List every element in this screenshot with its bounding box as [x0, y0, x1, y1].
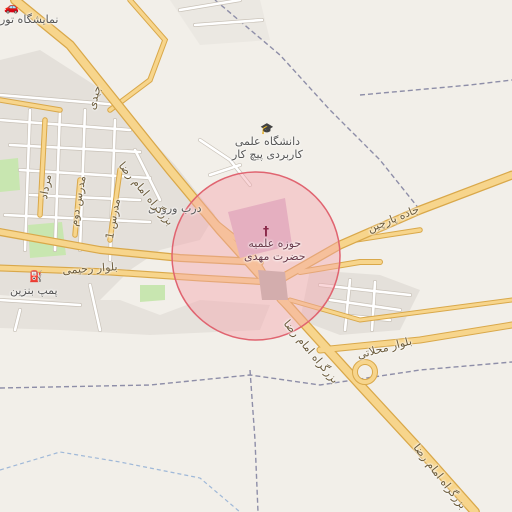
park-area-small [0, 158, 20, 192]
map-view[interactable]: 🚗 🎓 † ⛽ نمایشگاه تور دانشگاه علمی کاربرد… [0, 0, 512, 512]
park-area-south [140, 285, 165, 302]
gas-station-label: پمپ بنزین [10, 284, 58, 297]
fuel-pump-icon: ⛽ [29, 270, 43, 283]
university-label: دانشگاه علمی کاربردی پیچ کار [232, 135, 303, 161]
exhibition-label: نمایشگاه تور [0, 13, 59, 26]
graduation-cap-icon: 🎓 [260, 122, 274, 135]
religious-school-icon: † [263, 224, 269, 238]
seminary-label: حوزه علمیه حضرت مهدی [244, 237, 306, 263]
car-icon: 🚗 [4, 0, 19, 14]
